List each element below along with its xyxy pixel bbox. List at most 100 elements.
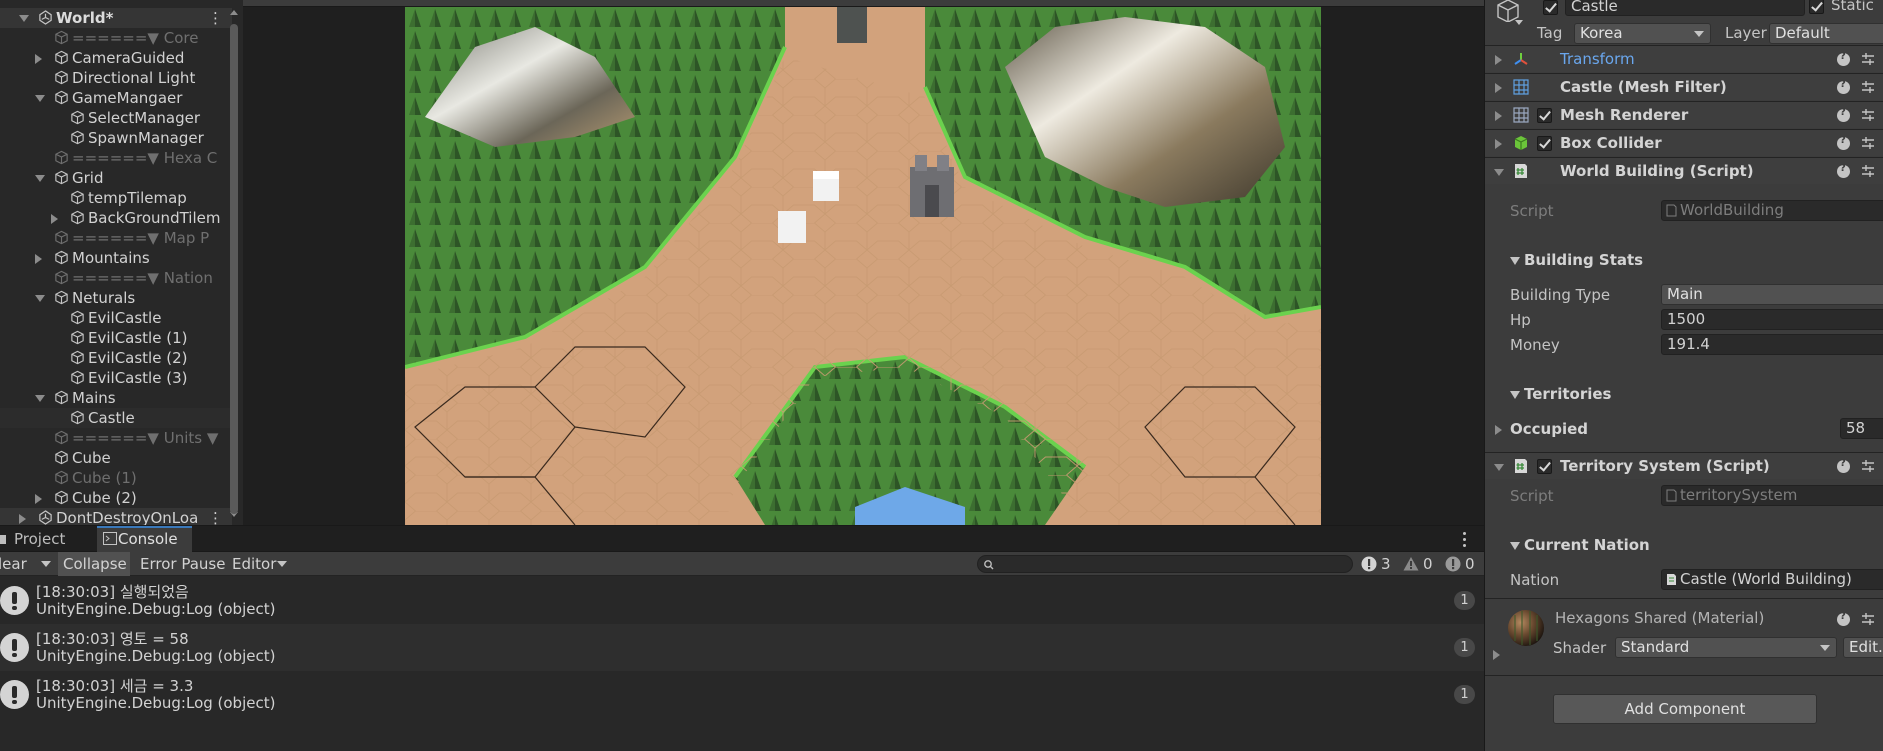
expand-right-icon[interactable] (35, 54, 42, 64)
active-checkbox[interactable] (1543, 0, 1558, 15)
scene-menu-icon[interactable]: ⋮ (208, 8, 223, 28)
clear-dropdown-icon[interactable] (41, 561, 51, 568)
money-field[interactable]: 191.4 (1661, 334, 1883, 355)
help-icon[interactable] (1837, 458, 1850, 473)
scroll-up-icon[interactable] (229, 8, 239, 18)
info-filter-toggle[interactable]: 3 (1357, 552, 1397, 576)
box-collider-enabled-checkbox[interactable] (1537, 136, 1552, 151)
component-world-building[interactable]: World Building (Script) (1485, 157, 1883, 184)
error-pause-button[interactable]: Error Pause (140, 552, 230, 576)
mesh-renderer-enabled-checkbox[interactable] (1537, 108, 1552, 123)
add-component-button[interactable]: Add Component (1553, 694, 1817, 724)
expand-down-icon[interactable] (35, 395, 45, 402)
hierarchy-item[interactable]: tempTilemap (0, 188, 232, 208)
expand-right-icon[interactable] (51, 214, 58, 224)
scene-menu-icon[interactable]: ⋮ (208, 508, 223, 525)
nation-object-field[interactable]: Castle (World Building) (1661, 569, 1883, 590)
help-icon[interactable] (1837, 107, 1850, 122)
component-box-collider[interactable]: Box Collider (1485, 129, 1883, 156)
component-mesh-filter[interactable]: Castle (Mesh Filter) (1485, 73, 1883, 100)
hierarchy-item[interactable]: Cube (1) (0, 468, 232, 488)
building-stats-foldout[interactable]: Building Stats (1510, 251, 1643, 269)
component-territory-system[interactable]: Territory System (Script) (1485, 452, 1883, 479)
help-icon[interactable] (1837, 51, 1850, 66)
hierarchy-item[interactable]: EvilCastle (0, 308, 232, 328)
settings-icon[interactable] (1861, 459, 1875, 473)
settings-icon[interactable] (1861, 164, 1875, 178)
hierarchy-item[interactable]: Cube (0, 448, 232, 468)
expand-right-icon[interactable] (19, 514, 26, 524)
expand-down-icon[interactable] (35, 295, 45, 302)
help-icon[interactable] (1837, 611, 1850, 626)
hierarchy-item[interactable]: ======▼ Nation (0, 268, 232, 288)
hierarchy-item[interactable]: Directional Light (0, 68, 232, 88)
wb-script-field[interactable]: WorldBuilding (1661, 200, 1883, 221)
static-label[interactable]: Static (1831, 0, 1874, 14)
console-log-entry[interactable]: [18:30:03] 세금 = 3.3 UnityEngine.Debug:Log… (0, 671, 1484, 718)
hierarchy-item[interactable]: World* ⋮ (0, 8, 232, 28)
settings-icon[interactable] (1861, 80, 1875, 94)
console-menu-icon[interactable] (1458, 530, 1470, 548)
console-log-entry[interactable]: [18:30:03] 실행되었음 UnityEngine.Debug:Log (o… (0, 577, 1484, 624)
tab-project[interactable]: Project (0, 526, 97, 552)
component-transform[interactable]: Transform (1485, 45, 1883, 72)
hierarchy-item[interactable]: BackGroundTilem (0, 208, 232, 228)
collapse-button[interactable]: Collapse (58, 552, 130, 576)
territories-foldout[interactable]: Territories (1510, 385, 1611, 403)
hierarchy-item[interactable]: EvilCastle (1) (0, 328, 232, 348)
hierarchy-item[interactable]: GameMangaer (0, 88, 232, 108)
settings-icon[interactable] (1861, 108, 1875, 122)
expand-right-icon[interactable] (35, 494, 42, 504)
hierarchy-item[interactable]: Castle (0, 408, 232, 428)
help-icon[interactable] (1837, 163, 1850, 178)
game-viewport[interactable] (405, 7, 1321, 525)
shader-dropdown[interactable]: Standard (1615, 637, 1837, 658)
occupied-foldout[interactable]: Occupied (1495, 420, 1588, 438)
help-icon[interactable] (1837, 135, 1850, 150)
hierarchy-item[interactable]: Mountains (0, 248, 232, 268)
hierarchy-item[interactable]: ======▼ Hexa C (0, 148, 232, 168)
shader-edit-button[interactable]: Edit... (1843, 637, 1883, 658)
current-nation-foldout[interactable]: Current Nation (1510, 536, 1650, 554)
expand-down-icon[interactable] (35, 175, 45, 182)
occupied-size-field[interactable]: 58 (1840, 418, 1883, 439)
hierarchy-item[interactable]: EvilCastle (3) (0, 368, 232, 388)
icon-dropdown-icon[interactable] (1515, 20, 1523, 26)
expand-down-icon[interactable] (35, 95, 45, 102)
editor-dropdown[interactable]: Editor (232, 552, 294, 576)
settings-icon[interactable] (1861, 136, 1875, 150)
help-icon[interactable] (1837, 79, 1850, 94)
console-search-input[interactable] (977, 555, 1353, 573)
hierarchy-item[interactable]: Neturals (0, 288, 232, 308)
tab-console[interactable]: Console (97, 526, 192, 552)
hierarchy-item[interactable]: CameraGuided (0, 48, 232, 68)
hierarchy-scroll-thumb[interactable] (230, 24, 238, 514)
hp-field[interactable]: 1500 (1661, 309, 1883, 330)
hierarchy-item[interactable]: ======▼ Core (0, 28, 232, 48)
hierarchy-item[interactable]: ======▼ Units ▼ (0, 428, 232, 448)
building-type-dropdown[interactable]: Main (1661, 284, 1883, 305)
layer-dropdown[interactable]: Default (1769, 23, 1883, 44)
console-log-entry[interactable]: [18:30:03] 영토 = 58 UnityEngine.Debug:Log … (0, 624, 1484, 671)
hierarchy-item[interactable]: Grid (0, 168, 232, 188)
hierarchy-item[interactable]: SpawnManager (0, 128, 232, 148)
expand-down-icon[interactable] (19, 15, 29, 22)
material-expand-icon[interactable] (1493, 650, 1501, 660)
expand-right-icon[interactable] (35, 254, 42, 264)
hierarchy-item[interactable]: SelectManager (0, 108, 232, 128)
hierarchy-item[interactable]: Cube (2) (0, 488, 232, 508)
hierarchy-item[interactable]: Mains (0, 388, 232, 408)
hierarchy-item[interactable]: DontDestroyOnLoa ⋮ (0, 508, 232, 525)
tag-dropdown[interactable]: Korea (1574, 23, 1711, 44)
hierarchy-item[interactable]: EvilCastle (2) (0, 348, 232, 368)
ts-script-field[interactable]: territorySystem (1661, 485, 1883, 506)
territory-system-enabled-checkbox[interactable] (1537, 459, 1552, 474)
clear-button[interactable]: lear (0, 552, 38, 576)
hierarchy-item[interactable]: ======▼ Map P (0, 228, 232, 248)
component-mesh-renderer[interactable]: Mesh Renderer (1485, 101, 1883, 128)
error-filter-toggle[interactable]: 0 (1441, 552, 1483, 576)
warning-filter-toggle[interactable]: 0 (1399, 552, 1439, 576)
object-name-field[interactable]: Castle (1565, 0, 1805, 16)
settings-icon[interactable] (1861, 612, 1875, 626)
settings-icon[interactable] (1861, 52, 1875, 66)
